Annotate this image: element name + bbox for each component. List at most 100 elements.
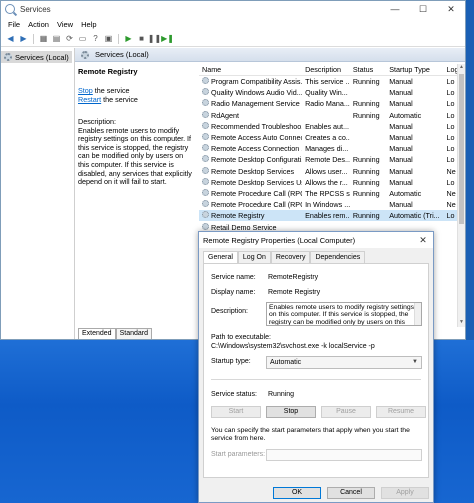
- cell-log-on-as: Ne: [446, 188, 456, 198]
- column-name[interactable]: Name: [199, 65, 302, 74]
- cell-name: Quality Windows Audio Vid...: [199, 88, 302, 97]
- cell-status: Running: [352, 211, 380, 221]
- start-service-icon[interactable]: ▶: [123, 33, 134, 44]
- description-scrollbar[interactable]: [414, 303, 421, 325]
- path-label: Path to executable:: [211, 334, 271, 341]
- cancel-button[interactable]: Cancel: [327, 487, 375, 499]
- startup-type-select[interactable]: Automatic ▼: [266, 356, 422, 369]
- cell-status: Running: [352, 99, 380, 109]
- gear-icon: [202, 222, 209, 230]
- menu-file[interactable]: File: [4, 20, 24, 29]
- forward-arrow-icon[interactable]: ▶: [18, 33, 29, 44]
- table-row[interactable]: Remote Access Connection ... Manages di..…: [199, 143, 457, 154]
- tab-dependencies[interactable]: Dependencies: [310, 251, 366, 263]
- scrollbar-thumb[interactable]: [459, 74, 464, 224]
- cell-name: Remote Procedure Call (RPC) ...: [199, 200, 302, 209]
- resume-button[interactable]: Resume: [376, 406, 426, 418]
- gear-icon: [202, 77, 209, 85]
- startup-type-label: Startup type:: [211, 358, 251, 365]
- console-tree-icon[interactable]: ▦: [38, 33, 49, 44]
- minimize-button[interactable]: —: [381, 1, 409, 17]
- help-icon[interactable]: ?: [90, 33, 101, 44]
- start-parameters-input[interactable]: [266, 449, 422, 461]
- pause-service-icon[interactable]: ❚❚: [148, 33, 161, 44]
- table-row[interactable]: Remote Registry Enables rem... Running Auto…: [199, 210, 457, 222]
- stop-service-icon[interactable]: ■: [136, 33, 147, 44]
- tab-recovery[interactable]: Recovery: [270, 251, 311, 263]
- cell-description: In Windows ...: [305, 200, 350, 210]
- menu-action[interactable]: Action: [24, 20, 53, 29]
- scroll-down-icon[interactable]: ▼: [458, 319, 465, 327]
- table-row[interactable]: Program Compatibility Assis... This servi…: [199, 76, 457, 87]
- stop-button[interactable]: Stop: [266, 406, 316, 418]
- display-name-value: Remote Registry: [268, 289, 321, 296]
- table-row[interactable]: Remote Procedure Call (RPC)The RPCSS s..…: [199, 188, 457, 199]
- gear-icon: [202, 99, 209, 107]
- table-row[interactable]: RdAgent Running Automatic Lo: [199, 110, 457, 121]
- description-text: Enables remote users to modify registry …: [78, 125, 192, 187]
- cell-startup-type: Manual: [389, 177, 413, 187]
- table-row[interactable]: Remote Procedure Call (RPC) ...In Window…: [199, 199, 457, 210]
- column-log-on-as[interactable]: Log: [444, 65, 457, 74]
- column-startup-type[interactable]: Startup Type: [386, 65, 443, 74]
- pause-button[interactable]: Pause: [321, 406, 371, 418]
- view-tabs: Extended Standard: [75, 327, 153, 339]
- cell-status: Running: [352, 110, 380, 120]
- maximize-button[interactable]: ☐: [409, 1, 437, 17]
- ok-button[interactable]: OK: [273, 487, 321, 499]
- gear-icon: [202, 188, 209, 196]
- refresh-icon[interactable]: ⟳: [64, 33, 75, 44]
- table-row[interactable]: Remote Access Auto Connec... Creates a co…: [199, 132, 457, 143]
- apply-button[interactable]: Apply: [381, 487, 429, 499]
- close-button[interactable]: ✕: [437, 1, 465, 17]
- cell-description: This service ...: [305, 77, 350, 87]
- properties-icon[interactable]: ▤: [51, 33, 62, 44]
- gear-icon: [202, 133, 209, 141]
- start-parameters-label: Start parameters:: [211, 451, 266, 458]
- dialog-tabs: General Log On Recovery Dependencies: [203, 251, 366, 263]
- service-name-label: Service name:: [211, 274, 256, 281]
- tab-log-on[interactable]: Log On: [237, 251, 271, 263]
- cell-log-on-as: Lo: [446, 133, 455, 143]
- restart-service-icon[interactable]: ▶❚: [161, 33, 174, 44]
- export-list-icon[interactable]: ▭: [77, 33, 88, 44]
- tab-extended[interactable]: Extended: [78, 328, 116, 339]
- restart-service-link[interactable]: Restart: [78, 95, 101, 104]
- toolbar-separator: [118, 33, 119, 44]
- gear-icon: [202, 88, 209, 96]
- menu-view[interactable]: View: [53, 20, 77, 29]
- table-row[interactable]: Quality Windows Audio Vid... Quality Win.…: [199, 87, 457, 98]
- cell-log-on-as: Lo: [446, 110, 455, 120]
- column-description[interactable]: Description: [302, 65, 350, 74]
- table-row[interactable]: Recommended Troubleshoo... Enables aut...…: [199, 121, 457, 132]
- cell-status: Running: [352, 77, 380, 87]
- list-scrollbar[interactable]: ▲ ▼: [457, 64, 465, 327]
- description-field[interactable]: Enables remote users to modify registry …: [266, 302, 422, 326]
- table-row[interactable]: Remote Desktop Configurati... Remote Des.…: [199, 154, 457, 165]
- gear-icon: [81, 50, 89, 59]
- tab-standard[interactable]: Standard: [115, 328, 153, 339]
- table-row[interactable]: Remote Desktop Services Allows user... Run…: [199, 166, 457, 177]
- services-app-icon: [5, 4, 15, 14]
- table-row[interactable]: Remote Desktop Services Us... Allows the …: [199, 177, 457, 188]
- description-label: Description:: [211, 308, 248, 315]
- cell-name: Program Compatibility Assis...: [199, 77, 302, 86]
- cell-startup-type: Manual: [389, 121, 413, 131]
- table-row[interactable]: Radio Management Service Radio Mana... Run…: [199, 98, 457, 109]
- cell-startup-type: Manual: [389, 77, 413, 87]
- dialog-close-icon[interactable]: ✕: [413, 235, 433, 246]
- cell-startup-type: Manual: [389, 200, 413, 210]
- tab-general[interactable]: General: [203, 251, 238, 263]
- cell-startup-type: Manual: [389, 166, 413, 176]
- dialog-title-bar: Remote Registry Properties (Local Comput…: [199, 232, 433, 248]
- view-icon[interactable]: ▣: [103, 33, 114, 44]
- column-status[interactable]: Status: [350, 65, 386, 74]
- start-button[interactable]: Start: [211, 406, 261, 418]
- cell-name: Remote Registry: [199, 211, 302, 220]
- tree-item-services-local[interactable]: Services (Local): [1, 51, 72, 63]
- back-arrow-icon[interactable]: ◀: [5, 33, 16, 44]
- gear-icon: [202, 211, 209, 219]
- cell-name: Remote Access Auto Connec...: [199, 133, 302, 142]
- scroll-up-icon[interactable]: ▲: [458, 64, 465, 72]
- menu-help[interactable]: Help: [77, 20, 100, 29]
